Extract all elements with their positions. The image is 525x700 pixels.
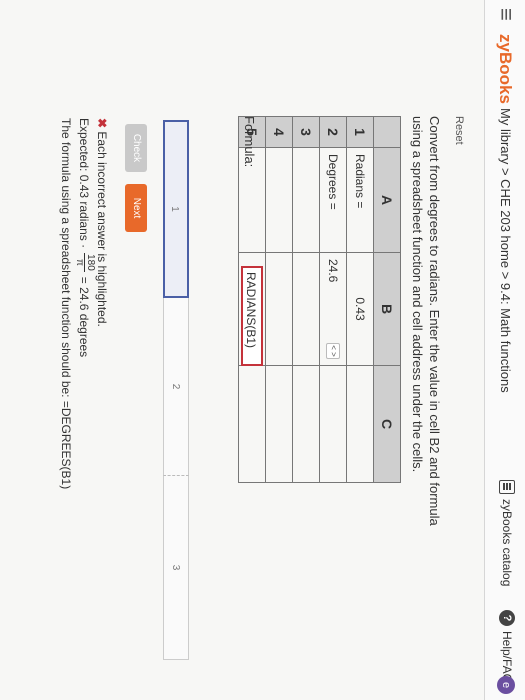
fraction-numerator: 180 [84,253,96,272]
cell-c5 [238,365,266,483]
incorrect-x-icon: ✖ [95,118,109,129]
cell-a4 [265,147,293,253]
col-header-b: B [373,252,401,366]
zybooks-page: ≡ zyBooks My library > CHE 203 home > 9.… [0,0,525,700]
zybooks-logo[interactable]: zyBooks [495,34,515,104]
expected-suffix: = 24.6 degrees [77,276,92,358]
row-header-2: 2 [319,116,347,148]
menu-icon[interactable]: ≡ [494,8,519,21]
feedback-formula: The formula using a spreadsheet function… [59,118,73,490]
cell-c4 [265,365,293,483]
progress-bar: 1 2 3 [163,120,189,660]
formula-label: Formula: [242,116,257,168]
breadcrumb: My library > CHE 203 home > 9.4: Math fu… [498,108,513,393]
formula-input[interactable]: RADIANS(B1) [241,266,263,366]
progress-step-2[interactable]: 2 [163,298,189,476]
col-header-c: C [373,365,401,483]
progress-step-3[interactable]: 3 [163,476,189,660]
corner-cell [373,116,401,148]
cell-c2 [319,365,347,483]
top-bar: ≡ zyBooks My library > CHE 203 home > 9.… [484,0,525,700]
col-header-a: A [373,147,401,253]
table-row: 2 Degrees = 24.6 < > [319,116,347,483]
table-row: 1 Radians = 0.43 [346,116,374,483]
cell-b1: 0.43 [346,252,374,366]
feedback-expected: Expected: 0.43 radians · 180 π = 24.6 de… [74,118,96,358]
fraction-denominator: π [74,258,85,266]
catalog-link[interactable]: zyBooks catalog [499,480,515,586]
table-row: 4 [265,116,293,483]
help-link[interactable]: ? Help/FAQ [499,610,515,683]
conversion-fraction: 180 π [74,253,96,272]
cell-b2-value: 24.6 [326,259,340,283]
cell-b4 [265,252,293,366]
breadcrumb-course-home[interactable]: CHE 203 home [498,179,513,268]
row-header-1: 1 [346,116,374,148]
next-button[interactable]: Next [125,184,147,232]
catalog-label: zyBooks catalog [500,499,514,587]
help-question-icon: ? [499,610,515,626]
header-row: A B C [373,116,401,483]
cell-c1 [346,365,374,483]
progress-step-1[interactable]: 1 [163,120,189,298]
cell-b2[interactable]: 24.6 < > [319,252,347,366]
cell-b3 [292,252,320,366]
catalog-book-icon [499,480,515,494]
row-header-3: 3 [292,116,320,148]
spinner-arrows-icon[interactable]: < > [326,343,340,359]
user-avatar-icon[interactable]: e [497,676,515,694]
table-row: 3 [292,116,320,483]
breadcrumb-section: 9.4: Math functions [498,282,513,393]
cell-b2-input[interactable]: 24.6 < > [326,259,340,359]
reset-button[interactable]: Reset [453,116,465,145]
row-header-4: 4 [265,116,293,148]
feedback-incorrect: ✖ Each incorrect answer is highlighted. [95,118,109,327]
cell-c3 [292,365,320,483]
cell-a1: Radians = [346,147,374,253]
feedback-line-1: Each incorrect answer is highlighted. [95,131,109,327]
cell-a3 [292,147,320,253]
cell-a2: Degrees = [319,147,347,253]
check-button[interactable]: Check [125,124,147,172]
screen: ≡ zyBooks My library > CHE 203 home > 9.… [0,0,525,700]
expected-prefix: Expected: 0.43 radians · [77,118,92,249]
breadcrumb-my-library[interactable]: My library [498,108,513,164]
activity-prompt: Convert from degrees to radians. Enter t… [410,116,442,526]
